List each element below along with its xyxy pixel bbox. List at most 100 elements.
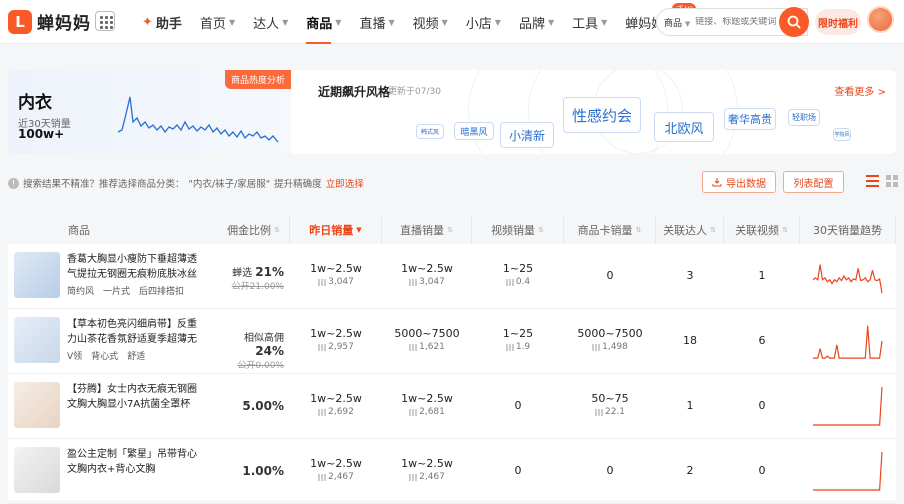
- product-thumbnail[interactable]: [14, 317, 60, 363]
- mini-bar-icon: [594, 408, 603, 416]
- video-sales: 0: [514, 399, 522, 412]
- nav-item[interactable]: 小店 ▼: [466, 0, 501, 44]
- sales-trend-sparkline[interactable]: [813, 451, 883, 491]
- avatar[interactable]: [867, 6, 894, 33]
- style-tag[interactable]: 学院风: [833, 128, 851, 141]
- column-header[interactable]: 直播销量 ⇅: [382, 216, 472, 244]
- category-heat-panel[interactable]: 商品热度分析 内衣 近30天销量 100w+: [8, 70, 291, 154]
- column-header[interactable]: 关联达人 ⇅: [656, 216, 724, 244]
- sub-value: 2,681: [382, 407, 472, 417]
- logo-text: 蝉妈妈: [37, 14, 91, 34]
- hint-category: "内衣/袜子/家居服": [188, 179, 271, 190]
- style-tag[interactable]: 韩式风: [416, 124, 444, 139]
- nav-item[interactable]: 品牌 ▼: [519, 0, 554, 44]
- sub-value-text: 1,621: [419, 342, 445, 352]
- creators-count: 2: [686, 464, 694, 477]
- sub-value-text: 2,957: [328, 342, 354, 352]
- videos-count: 6: [758, 334, 766, 347]
- logo[interactable]: L 蝉妈妈: [8, 9, 91, 34]
- live-sales: 1w~2.5w: [401, 392, 453, 405]
- mini-bar-icon: [409, 473, 418, 481]
- list-config-button[interactable]: 列表配置: [783, 171, 844, 193]
- search-category-label: 商品: [664, 18, 683, 29]
- product-thumbnail[interactable]: [14, 382, 60, 428]
- product-name[interactable]: 【芬腾】女士内衣无痕无钢圈文胸大胸显小7A抗菌全罩杯防下...: [67, 382, 199, 412]
- search-category-select[interactable]: 商品 ▼: [657, 16, 690, 29]
- table-row[interactable]: 【草本初色亮闪细肩带】反重力山茶花香氛舒适夏季超薄无痕... V领背心式舒适 相似高…: [8, 309, 896, 374]
- nav-item[interactable]: 首页 ▼: [200, 0, 235, 44]
- sales-trend-sparkline[interactable]: [813, 386, 883, 426]
- video-sales-cell: 1~25 1.9: [472, 327, 564, 352]
- live-sales-cell: 1w~2.5w 3,047: [382, 262, 472, 287]
- video-sales-cell: 1~25 0.4: [472, 262, 564, 287]
- style-tag[interactable]: 轻职场: [788, 109, 820, 126]
- grid-view-icon[interactable]: [886, 175, 898, 187]
- trending-style-date: 更新于07/30: [388, 87, 441, 97]
- style-tag[interactable]: 小清新: [500, 122, 554, 148]
- product-thumbnail[interactable]: [14, 252, 60, 298]
- videos-cell: 6: [724, 334, 800, 347]
- chevron-down-icon: ▼: [441, 17, 448, 27]
- product-name[interactable]: 盈公主定制「繁星」吊带背心文胸内衣+背心文胸 YH2599+YH8...: [67, 447, 199, 477]
- table-row[interactable]: 盈公主定制「繁星」吊带背心文胸内衣+背心文胸 YH2599+YH8... 1.00…: [8, 439, 896, 504]
- style-tag[interactable]: 奢华高贵: [724, 108, 776, 130]
- style-tag[interactable]: 性感约会: [563, 97, 641, 133]
- export-icon: [712, 178, 722, 187]
- nav-item[interactable]: 直播 ▼: [359, 0, 394, 44]
- column-header[interactable]: 视频销量 ⇅: [472, 216, 564, 244]
- nav-helper-label: 助手: [155, 16, 182, 32]
- column-header[interactable]: 30天销量趋势: [800, 216, 896, 244]
- product-thumbnail[interactable]: [14, 447, 60, 493]
- mini-bar-icon: [318, 343, 327, 351]
- category-trend-chart: [118, 96, 279, 143]
- nav-helper[interactable]: ✦ 助手: [142, 0, 182, 44]
- sub-value-text: 2,467: [328, 472, 354, 482]
- live-sales: 1w~2.5w: [401, 457, 453, 470]
- style-tag[interactable]: 北欧风: [654, 112, 714, 142]
- nav-item[interactable]: 视频 ▼: [413, 0, 448, 44]
- mini-bar-icon: [505, 278, 514, 286]
- search-button[interactable]: [779, 7, 809, 37]
- warning-icon: !: [8, 177, 19, 189]
- nav-item[interactable]: 达人 ▼: [253, 0, 288, 44]
- see-more-link[interactable]: 查看更多 >: [834, 83, 886, 98]
- nav-item-label: 工具: [572, 16, 599, 32]
- live-sales-cell: 5000~7500 1,621: [382, 327, 472, 352]
- list-view-icon[interactable]: [866, 175, 879, 187]
- sub-value: 3,047: [382, 277, 472, 287]
- column-header[interactable]: 商品: [8, 216, 218, 244]
- search-input[interactable]: [695, 17, 780, 27]
- table-row[interactable]: 香葛大胸显小痩防下垂超薄透气提拉无钢圈无痕粉底肤冰丝调... 简约风一片式后四排搭…: [8, 244, 896, 309]
- trending-style-title: 近期飙升风格: [318, 85, 391, 99]
- product-name[interactable]: 香葛大胸显小痩防下垂超薄透气提拉无钢圈无痕粉底肤冰丝调...: [67, 252, 199, 282]
- product-name[interactable]: 【草本初色亮闪细肩带】反重力山茶花香氛舒适夏季超薄无痕...: [67, 317, 199, 347]
- nav-item[interactable]: 工具 ▼: [572, 0, 607, 44]
- chevron-down-icon: ▼: [494, 17, 501, 27]
- sort-icon: ⇅: [447, 226, 453, 234]
- table-row[interactable]: 【芬腾】女士内衣无痕无钢圈文胸大胸显小7A抗菌全罩杯防下... 5.00% 1w~2…: [8, 374, 896, 439]
- style-tag[interactable]: 暗黑风: [454, 122, 494, 140]
- column-header-label: 关联视频: [735, 224, 780, 237]
- logo-mark: L: [8, 9, 32, 34]
- nav-item[interactable]: 商品 ▼: [306, 0, 341, 44]
- promo-button[interactable]: 限时福利: [815, 9, 861, 35]
- column-header[interactable]: 关联视频 ⇅: [724, 216, 800, 244]
- chevron-down-icon: ▼: [335, 17, 342, 27]
- apps-grid-icon[interactable]: [95, 11, 115, 31]
- commission-old: 公开0.00%: [237, 361, 284, 371]
- column-header[interactable]: 商品卡销量 ⇅: [564, 216, 656, 244]
- export-data-button[interactable]: 导出数据: [702, 171, 776, 193]
- chevron-down-icon: ▼: [228, 17, 236, 27]
- sort-icon: ⇅: [782, 226, 788, 234]
- yesterday-sales-cell: 1w~2.5w 2,957: [290, 327, 382, 352]
- column-header[interactable]: 佣金比例 ⇅: [218, 216, 290, 244]
- select-now-link[interactable]: 立即选择: [326, 176, 364, 190]
- sales-trend-sparkline[interactable]: [813, 256, 883, 296]
- mini-bar-icon: [409, 343, 418, 351]
- column-header[interactable]: 昨日销量 ▼: [290, 216, 382, 244]
- card-sales-cell: 0: [564, 464, 656, 477]
- mini-bar-icon: [409, 278, 418, 286]
- sales-trend-sparkline[interactable]: [813, 321, 883, 361]
- commission-label: 相似高佣: [244, 333, 284, 344]
- videos-cell: 0: [724, 464, 800, 477]
